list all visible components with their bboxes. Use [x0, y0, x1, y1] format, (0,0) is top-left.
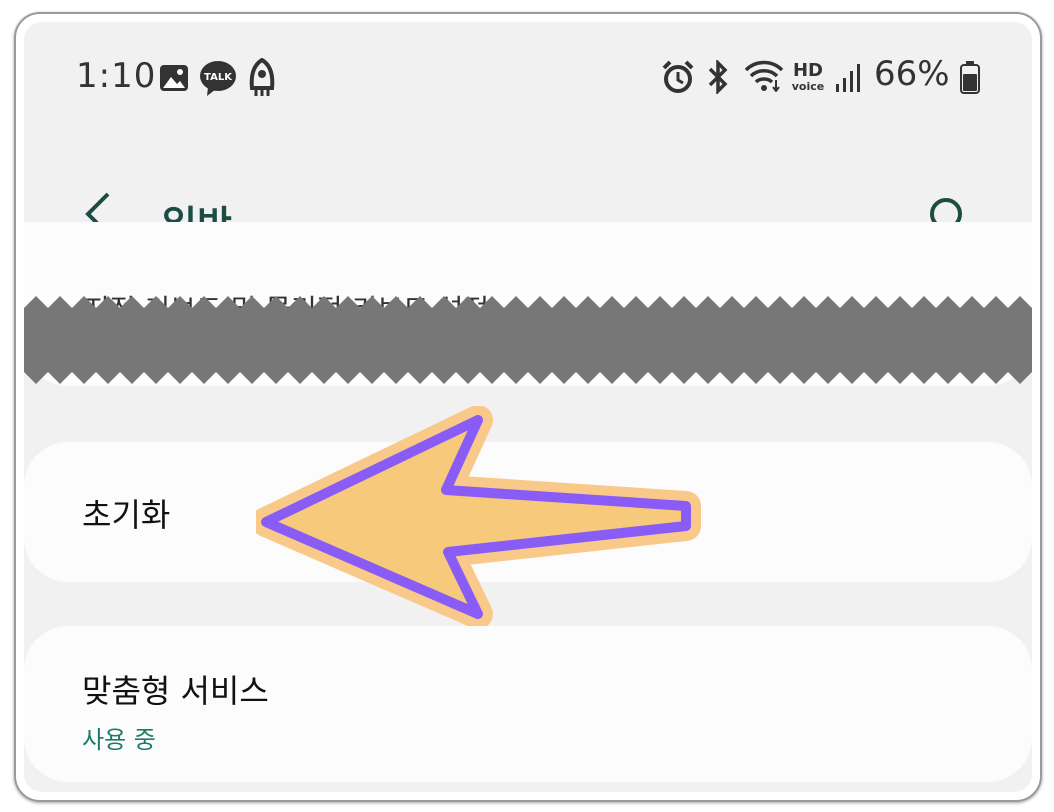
screenshot-frame: 1:10 TALK HD voice 66% 초기화 맞춤형 서비스 사용 중 [14, 12, 1042, 802]
gallery-icon [160, 65, 188, 91]
wifi-icon [744, 60, 784, 92]
kakaotalk-label: TALK [204, 72, 233, 83]
kakaotalk-icon: TALK [200, 61, 236, 96]
list-item-label: 맞춤형 서비스 [82, 672, 269, 710]
list-item-label: 초기화 [82, 496, 171, 534]
alarm-icon [662, 60, 694, 93]
hd-label: HD [793, 60, 823, 81]
list-item-customization-service[interactable]: 맞춤형 서비스 사용 중 [24, 626, 1032, 782]
signal-icon [836, 64, 860, 92]
voice-label: voice [792, 80, 824, 93]
status-bar: 1:10 TALK HD voice 66% [24, 22, 1032, 106]
annotation-arrow [256, 406, 701, 626]
battery-icon [960, 61, 980, 94]
bluetooth-icon [708, 60, 728, 94]
phone-screen: 1:10 TALK HD voice 66% 초기화 맞춤형 서비스 사용 중 [24, 22, 1032, 792]
battery-percent: 66% [874, 54, 950, 94]
list-item-status: 사용 중 [82, 726, 156, 754]
status-time: 1:10 [76, 56, 157, 96]
torn-edge-overlay [24, 296, 1032, 384]
hd-voice-icon: HD voice [792, 60, 824, 93]
rocket-icon [249, 58, 275, 96]
